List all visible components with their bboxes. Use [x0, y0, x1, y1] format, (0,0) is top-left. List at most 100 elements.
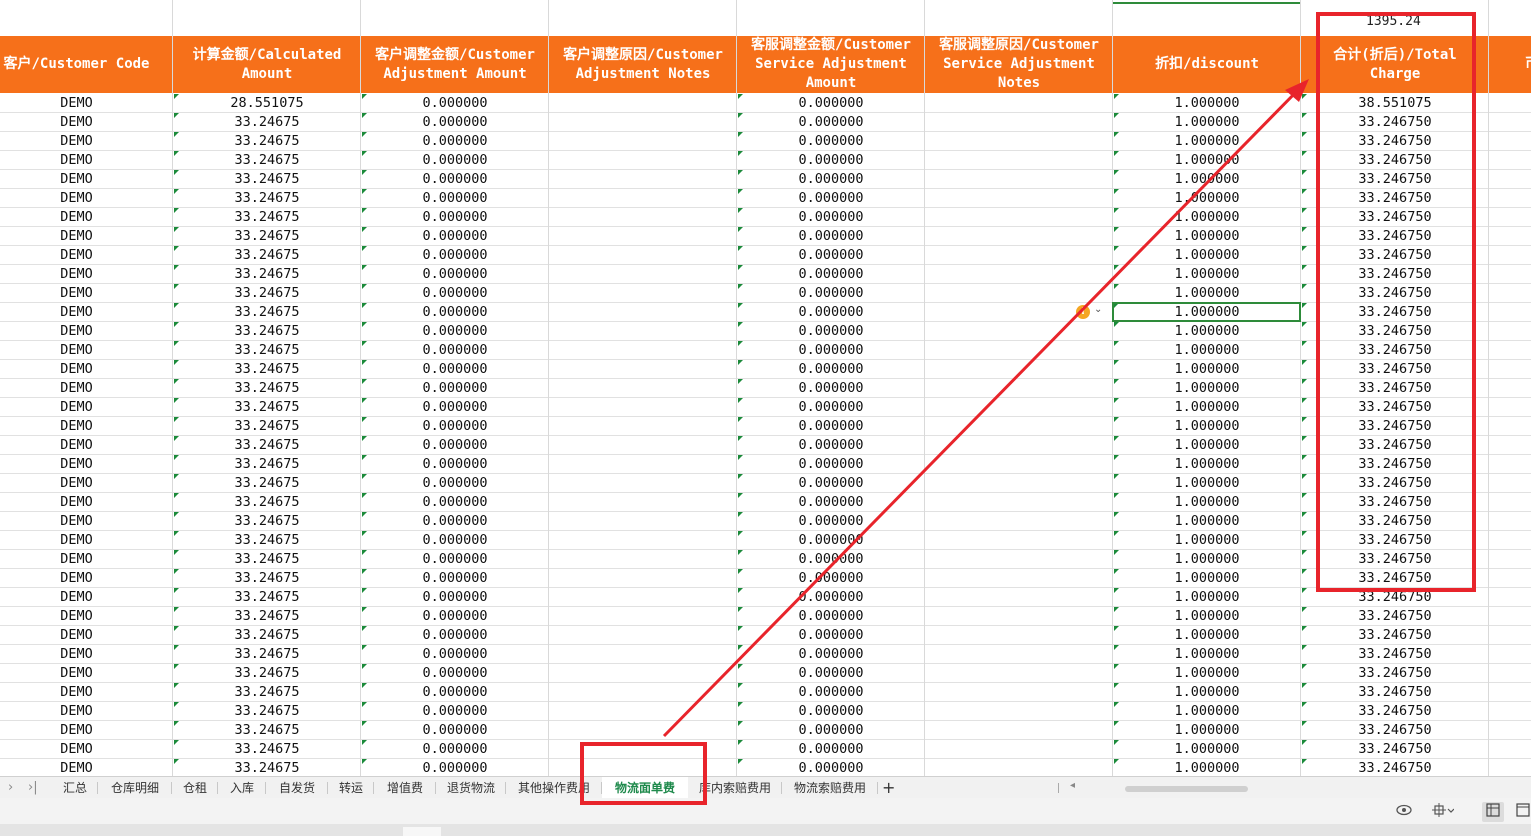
customer-adjustment-amount-cell[interactable]: 0.000000: [361, 626, 549, 645]
service-adjustment-notes-cell[interactable]: [925, 740, 1113, 759]
service-adjustment-notes-cell[interactable]: [925, 94, 1113, 113]
customer-code-cell[interactable]: DEMO: [0, 322, 173, 341]
calculated-amount-cell[interactable]: 33.24675: [173, 360, 361, 379]
service-adjustment-amount-cell[interactable]: 0.000000: [737, 94, 925, 113]
customer-adjustment-notes-cell[interactable]: [549, 398, 737, 417]
service-adjustment-notes-cell[interactable]: [925, 379, 1113, 398]
service-adjustment-notes-cell[interactable]: [925, 531, 1113, 550]
customer-adjustment-notes-cell[interactable]: [549, 512, 737, 531]
service-adjustment-amount-cell[interactable]: 0.000000: [737, 417, 925, 436]
customer-code-cell[interactable]: DEMO: [0, 455, 173, 474]
service-adjustment-amount-cell[interactable]: 0.000000: [737, 284, 925, 303]
calculated-amount-cell[interactable]: 33.24675: [173, 227, 361, 246]
total-charge-cell[interactable]: 33.246750: [1301, 531, 1489, 550]
discount-cell[interactable]: 1.000000: [1113, 531, 1301, 550]
total-charge-cell[interactable]: 33.246750: [1301, 170, 1489, 189]
service-adjustment-notes-cell[interactable]: [925, 759, 1113, 776]
calculated-amount-cell[interactable]: 33.24675: [173, 303, 361, 322]
error-check-icon[interactable]: !: [1076, 305, 1090, 319]
customer-code-cell[interactable]: DEMO: [0, 398, 173, 417]
service-adjustment-amount-cell[interactable]: 0.000000: [737, 322, 925, 341]
discount-cell[interactable]: 1.000000: [1113, 151, 1301, 170]
service-adjustment-notes-cell[interactable]: [925, 170, 1113, 189]
service-adjustment-amount-cell[interactable]: 0.000000: [737, 569, 925, 588]
total-charge-cell[interactable]: 33.246750: [1301, 474, 1489, 493]
sheet-tab-11[interactable]: 库内索赔费用: [688, 777, 782, 799]
discount-cell[interactable]: 1.000000: [1113, 550, 1301, 569]
customer-adjustment-notes-cell[interactable]: [549, 759, 737, 776]
service-adjustment-notes-cell[interactable]: [925, 227, 1113, 246]
customer-code-cell[interactable]: DEMO: [0, 303, 173, 322]
customer-code-cell[interactable]: DEMO: [0, 721, 173, 740]
calculated-amount-cell[interactable]: 33.24675: [173, 246, 361, 265]
customer-adjustment-amount-cell[interactable]: 0.000000: [361, 151, 549, 170]
customer-code-cell[interactable]: DEMO: [0, 493, 173, 512]
discount-cell[interactable]: 1.000000: [1113, 664, 1301, 683]
calculated-amount-cell[interactable]: 33.24675: [173, 607, 361, 626]
service-adjustment-amount-cell[interactable]: 0.000000: [737, 683, 925, 702]
customer-adjustment-amount-cell[interactable]: 0.000000: [361, 132, 549, 151]
service-adjustment-amount-cell[interactable]: 0.000000: [737, 721, 925, 740]
customer-code-cell[interactable]: DEMO: [0, 284, 173, 303]
customer-adjustment-notes-cell[interactable]: [549, 322, 737, 341]
calculated-amount-cell[interactable]: 33.24675: [173, 550, 361, 569]
total-charge-cell[interactable]: 33.246750: [1301, 455, 1489, 474]
discount-cell[interactable]: 1.000000: [1113, 645, 1301, 664]
total-charge-cell[interactable]: 33.246750: [1301, 759, 1489, 776]
customer-code-cell[interactable]: DEMO: [0, 417, 173, 436]
customer-adjustment-amount-cell[interactable]: 0.000000: [361, 436, 549, 455]
customer-adjustment-amount-cell[interactable]: 0.000000: [361, 664, 549, 683]
calculated-amount-cell[interactable]: 33.24675: [173, 417, 361, 436]
service-adjustment-notes-cell[interactable]: [925, 265, 1113, 284]
service-adjustment-notes-cell[interactable]: [925, 664, 1113, 683]
service-adjustment-notes-cell[interactable]: [925, 683, 1113, 702]
customer-adjustment-notes-cell[interactable]: [549, 436, 737, 455]
customer-code-cell[interactable]: DEMO: [0, 170, 173, 189]
prev-sheet-icon[interactable]: ›: [8, 780, 13, 795]
customer-adjustment-notes-cell[interactable]: [549, 664, 737, 683]
customer-adjustment-notes-cell[interactable]: [549, 588, 737, 607]
calculated-amount-cell[interactable]: 33.24675: [173, 436, 361, 455]
column-header[interactable]: 合计(折后)/Total Charge: [1301, 36, 1489, 93]
column-header[interactable]: 客户调整原因/Customer Adjustment Notes: [549, 36, 737, 93]
sheet-tab-5[interactable]: 自发货: [266, 777, 328, 799]
sheet-tab-4[interactable]: 入库: [218, 777, 266, 799]
total-charge-cell[interactable]: 33.246750: [1301, 588, 1489, 607]
service-adjustment-notes-cell[interactable]: [925, 493, 1113, 512]
discount-cell[interactable]: 1.000000: [1113, 227, 1301, 246]
discount-cell[interactable]: 1.000000: [1113, 588, 1301, 607]
customer-adjustment-notes-cell[interactable]: [549, 341, 737, 360]
customer-adjustment-notes-cell[interactable]: [549, 227, 737, 246]
customer-code-cell[interactable]: DEMO: [0, 588, 173, 607]
column-header[interactable]: 客户调整金额/Customer Adjustment Amount: [361, 36, 549, 93]
calculated-amount-cell[interactable]: 33.24675: [173, 531, 361, 550]
service-adjustment-notes-cell[interactable]: [925, 512, 1113, 531]
discount-cell[interactable]: 1.000000: [1113, 246, 1301, 265]
customer-adjustment-notes-cell[interactable]: [549, 474, 737, 493]
discount-cell[interactable]: 1.000000: [1113, 683, 1301, 702]
total-charge-cell[interactable]: 33.246750: [1301, 721, 1489, 740]
add-sheet-button[interactable]: +: [882, 777, 895, 799]
service-adjustment-notes-cell[interactable]: [925, 550, 1113, 569]
customer-code-cell[interactable]: DEMO: [0, 607, 173, 626]
customer-code-cell[interactable]: DEMO: [0, 626, 173, 645]
sheet-tab-6[interactable]: 转运: [328, 777, 374, 799]
total-charge-cell[interactable]: 33.246750: [1301, 740, 1489, 759]
customer-adjustment-amount-cell[interactable]: 0.000000: [361, 94, 549, 113]
discount-cell[interactable]: 1.000000: [1113, 626, 1301, 645]
customer-adjustment-notes-cell[interactable]: [549, 208, 737, 227]
discount-cell[interactable]: 1.000000: [1113, 607, 1301, 626]
customer-code-cell[interactable]: DEMO: [0, 360, 173, 379]
total-charge-cell[interactable]: 33.246750: [1301, 493, 1489, 512]
customer-code-cell[interactable]: DEMO: [0, 246, 173, 265]
calculated-amount-cell[interactable]: 33.24675: [173, 379, 361, 398]
discount-cell[interactable]: 1.000000: [1113, 417, 1301, 436]
service-adjustment-notes-cell[interactable]: [925, 360, 1113, 379]
service-adjustment-amount-cell[interactable]: 0.000000: [737, 360, 925, 379]
calculated-amount-cell[interactable]: 33.24675: [173, 398, 361, 417]
column-header[interactable]: 客服调整金额/Customer Service Adjustment Amoun…: [737, 36, 925, 93]
calculated-amount-cell[interactable]: 33.24675: [173, 455, 361, 474]
customer-code-cell[interactable]: DEMO: [0, 189, 173, 208]
service-adjustment-notes-cell[interactable]: [925, 208, 1113, 227]
customer-code-cell[interactable]: DEMO: [0, 702, 173, 721]
